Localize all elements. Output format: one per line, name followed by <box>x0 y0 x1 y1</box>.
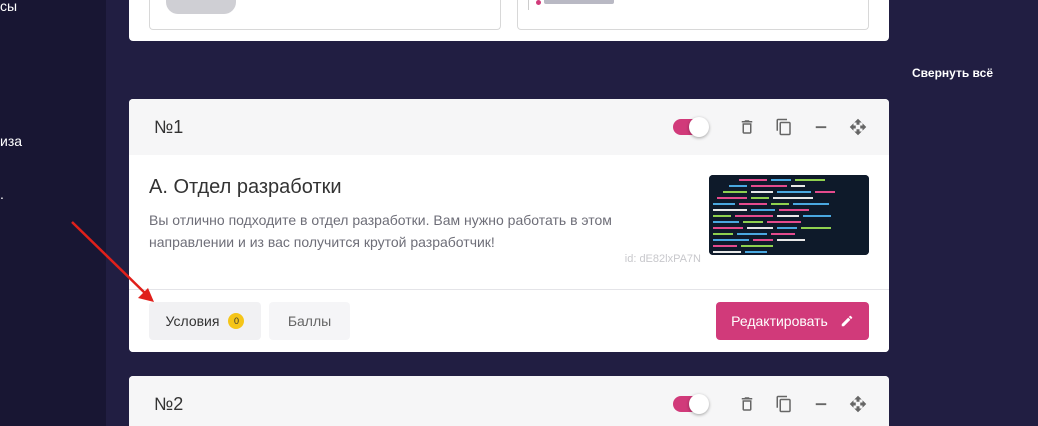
main-content: Свернуть всё №1 А. Отдел разработки Вы о… <box>106 0 1038 426</box>
card-header: №1 <box>129 99 889 155</box>
previous-card <box>129 0 889 41</box>
tab-conditions[interactable]: Условия 0 <box>149 302 261 340</box>
image-placeholder <box>166 0 236 14</box>
sidebar-item-1[interactable]: сы <box>0 0 17 14</box>
toggle-switch-icon[interactable] <box>673 394 709 414</box>
sidebar-item-3[interactable]: . <box>0 186 4 202</box>
result-description: Вы отлично подходите в отдел разработки.… <box>149 212 612 250</box>
sidebar-item-2[interactable]: иза <box>0 133 22 149</box>
card-footer: Условия 0 Баллы Редактировать <box>129 290 889 352</box>
collapse-all-link[interactable]: Свернуть всё <box>912 66 993 80</box>
preview-dot-icon <box>536 0 541 5</box>
toggle-switch-icon[interactable] <box>673 117 709 137</box>
preview-text <box>544 0 614 4</box>
card-actions <box>673 393 869 415</box>
result-card-2: №2 <box>129 376 889 426</box>
toggle-knob <box>689 394 709 414</box>
card-header: №2 <box>129 376 889 426</box>
preview-divider <box>528 0 529 10</box>
card-number: №2 <box>154 394 184 414</box>
minus-icon[interactable] <box>810 393 832 415</box>
move-arrows-icon[interactable] <box>847 393 869 415</box>
edit-button[interactable]: Редактировать <box>716 302 869 340</box>
preview-box[interactable] <box>517 0 869 30</box>
pencil-icon <box>841 315 853 327</box>
copy-icon[interactable] <box>773 116 795 138</box>
toggle-knob <box>689 117 709 137</box>
tab-conditions-label: Условия <box>165 313 220 329</box>
result-card-1: №1 А. Отдел разработки Вы отлично подход… <box>129 99 889 352</box>
code-image <box>709 175 869 255</box>
card-number: №1 <box>154 117 184 137</box>
card-actions <box>673 116 869 138</box>
result-id: id: dE82lxPA7N <box>624 253 701 265</box>
minus-icon[interactable] <box>810 116 832 138</box>
tab-points[interactable]: Баллы <box>269 302 350 340</box>
conditions-count-badge: 0 <box>228 313 245 329</box>
copy-icon[interactable] <box>773 393 795 415</box>
image-upload-box[interactable] <box>149 0 501 30</box>
edit-button-label: Редактировать <box>731 313 828 329</box>
result-title: А. Отдел разработки <box>149 176 342 198</box>
card-body: А. Отдел разработки Вы отлично подходите… <box>129 155 889 289</box>
result-image[interactable] <box>709 175 869 255</box>
sidebar: сы иза . <box>0 0 106 426</box>
move-arrows-icon[interactable] <box>847 116 869 138</box>
tab-points-label: Баллы <box>287 313 332 329</box>
trash-icon[interactable] <box>736 116 758 138</box>
trash-icon[interactable] <box>736 393 758 415</box>
